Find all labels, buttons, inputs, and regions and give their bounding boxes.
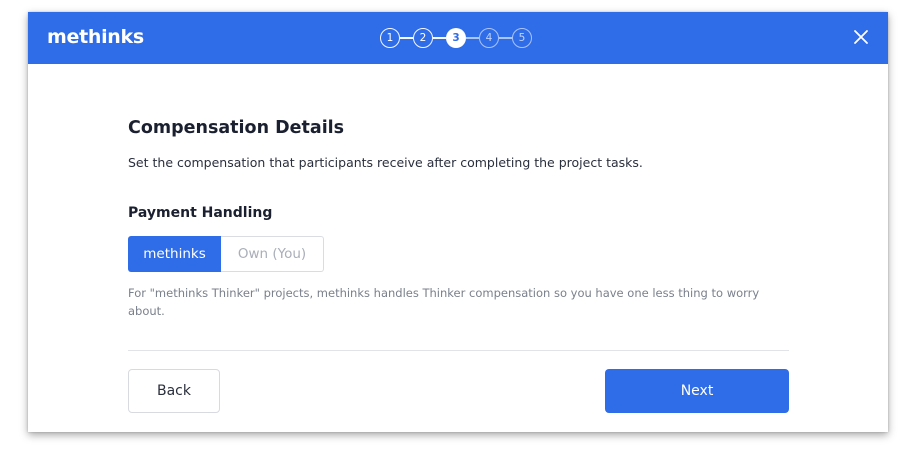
toggle-option-own[interactable]: Own (You)	[221, 236, 324, 272]
step-connector	[433, 37, 446, 39]
methinks-logo: methinks	[47, 26, 144, 48]
step-1[interactable]: 1	[380, 28, 400, 48]
modal-header: methinks 1 2 3 4 5	[28, 12, 888, 64]
step-4[interactable]: 4	[479, 28, 499, 48]
progress-stepper: 1 2 3 4 5	[380, 27, 532, 49]
step-3-current[interactable]: 3	[446, 28, 466, 48]
divider	[128, 350, 789, 351]
payment-note: For "methinks Thinker" projects, methink…	[128, 286, 760, 318]
close-icon[interactable]	[852, 28, 870, 46]
compensation-modal: methinks 1 2 3 4 5 Compensation Details …	[28, 12, 888, 432]
back-button[interactable]: Back	[128, 369, 220, 413]
step-connector	[400, 37, 413, 39]
step-5[interactable]: 5	[512, 28, 532, 48]
page-title: Compensation Details	[128, 118, 345, 138]
step-connector	[466, 37, 479, 39]
payment-handling-heading: Payment Handling	[128, 205, 273, 221]
payment-handling-toggle: methinks Own (You)	[128, 236, 324, 272]
next-button[interactable]: Next	[605, 369, 789, 413]
toggle-option-methinks[interactable]: methinks	[128, 236, 221, 272]
step-2[interactable]: 2	[413, 28, 433, 48]
page-subtitle: Set the compensation that participants r…	[128, 155, 643, 170]
step-connector	[499, 37, 512, 39]
